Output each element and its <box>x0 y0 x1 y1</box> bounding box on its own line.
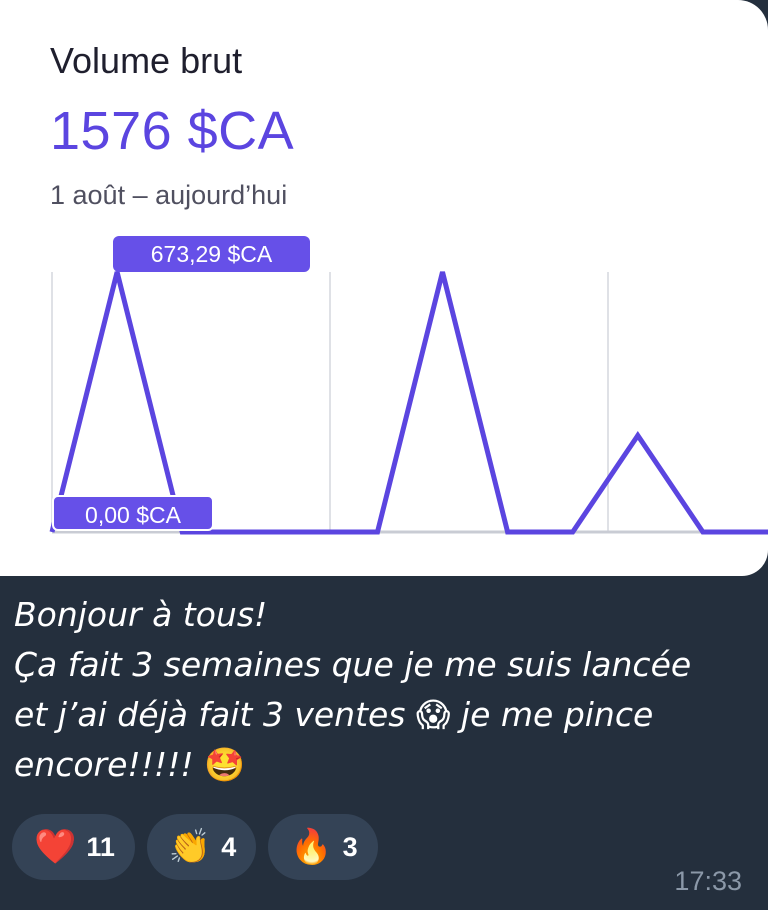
message-time: 17:33 <box>674 866 742 896</box>
reaction-count: 11 <box>86 831 115 862</box>
message-line-part: encore!!!!! <box>14 745 194 784</box>
reaction-count: 4 <box>221 831 237 862</box>
message-line: Bonjour à tous! <box>14 595 268 634</box>
max-value-label: 673,29 $CA <box>113 236 310 272</box>
sales-chart <box>49 271 768 535</box>
fire-icon: 🔥 <box>290 828 333 866</box>
sales-card: Volume brut 1576 $CA 1 août – aujourd’hu… <box>0 0 768 576</box>
reaction-count: 3 <box>342 831 358 862</box>
chart-series-line <box>49 271 768 535</box>
message-line: et j’ai déjà fait 3 ventes 😱 je me pince <box>14 690 738 740</box>
reaction-clap[interactable]: 👏 4 <box>146 814 257 880</box>
message-line-part: et j’ai déjà fait 3 ventes <box>14 695 406 734</box>
min-value-label: 0,00 $CA <box>52 495 214 531</box>
chat-message: Bonjour à tous! Ça fait 3 semaines que j… <box>0 576 768 910</box>
message-line-part: je me pince <box>460 695 654 734</box>
message-line: encore!!!!! 🤩 <box>14 740 738 790</box>
shocked-face-icon: 😱 <box>416 695 451 734</box>
reaction-heart[interactable]: ❤️ 11 <box>12 814 135 880</box>
chart-grid <box>51 272 609 532</box>
message-line: Ça fait 3 semaines que je me suis lancée <box>14 645 692 684</box>
reaction-fire[interactable]: 🔥 3 <box>268 814 378 880</box>
heart-icon: ❤️ <box>34 828 77 866</box>
reactions-bar: ❤️ 11 👏 4 🔥 3 <box>12 814 378 880</box>
clapping-hands-icon: 👏 <box>168 828 212 866</box>
star-struck-icon: 🤩 <box>204 745 246 784</box>
message-text: Bonjour à tous! Ça fait 3 semaines que j… <box>14 590 738 790</box>
